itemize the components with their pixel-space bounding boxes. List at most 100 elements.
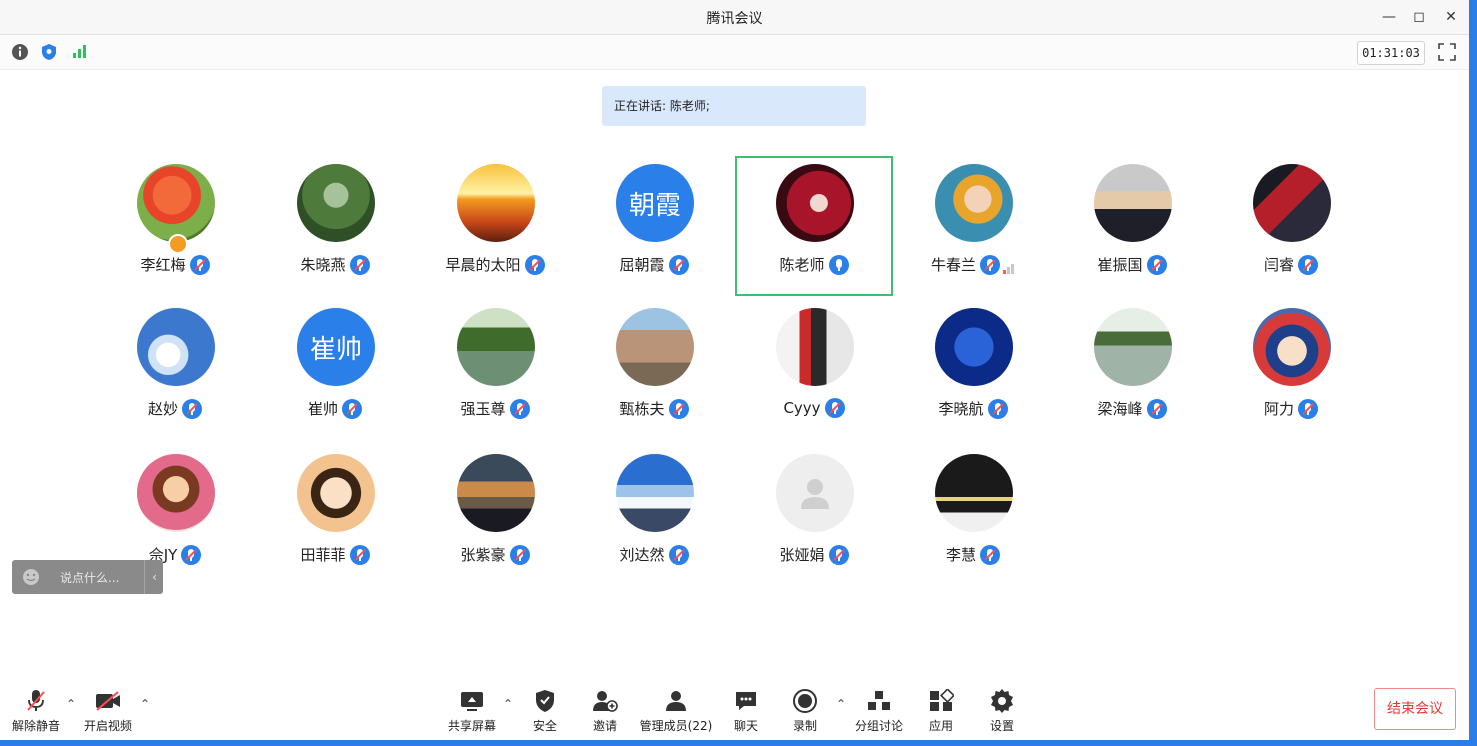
- start-video-button[interactable]: 开启视频: [76, 687, 140, 734]
- signal-icon[interactable]: [69, 42, 89, 62]
- mic-muted-icon: [987, 398, 1008, 419]
- video-options-chevron-icon[interactable]: ⌃: [140, 697, 150, 711]
- participant-tile[interactable]: 刘达然: [575, 446, 733, 586]
- participant-name: 张紫豪: [460, 546, 506, 564]
- participant-tile[interactable]: 梁海峰: [1053, 300, 1211, 440]
- participant-tile[interactable]: 朱晓燕: [256, 156, 414, 296]
- invite-user-icon: [573, 687, 637, 715]
- record-options-chevron-icon[interactable]: ⌃: [836, 697, 846, 711]
- participant-tile[interactable]: 赵妙: [96, 300, 254, 440]
- mic-muted-icon: [980, 544, 1000, 565]
- breakout-label: 分组讨论: [854, 719, 903, 733]
- participant-tile[interactable]: 闫睿: [1212, 156, 1370, 296]
- maximize-icon[interactable]: ◻: [1408, 6, 1430, 28]
- share-screen-button[interactable]: 共享屏幕: [440, 687, 504, 734]
- avatar: 朝霞: [616, 164, 694, 242]
- participant-name: 阿力: [1263, 400, 1294, 418]
- participant-name: 李慧: [945, 546, 976, 564]
- mic-muted-icon: [1146, 398, 1167, 419]
- participant-tile[interactable]: 田菲菲: [256, 446, 414, 586]
- end-meeting-button[interactable]: 结束会议: [1374, 688, 1456, 730]
- participant-tile[interactable]: 张娅娟: [735, 446, 893, 586]
- mic-muted-icon: [182, 398, 202, 419]
- security-button[interactable]: 安全: [513, 687, 577, 734]
- close-icon[interactable]: ✕: [1440, 6, 1462, 28]
- apps-button[interactable]: 应用: [909, 687, 973, 734]
- participant-tile[interactable]: 崔振国: [1053, 156, 1211, 296]
- mic-muted-icon: [668, 398, 689, 419]
- avatar: [457, 308, 535, 386]
- participant-tile[interactable]: 李晓航: [894, 300, 1052, 440]
- apps-grid-icon: [909, 687, 973, 715]
- security-label: 安全: [532, 719, 557, 733]
- chat-label: 聊天: [733, 719, 758, 733]
- bottom-edge: [0, 740, 1469, 746]
- chat-input[interactable]: 说点什么... ‹: [12, 560, 163, 594]
- participant-label: 赵妙: [96, 398, 254, 419]
- participant-tile[interactable]: 阿力: [1212, 300, 1370, 440]
- record-button[interactable]: 录制: [773, 687, 837, 734]
- participant-name: 赵妙: [147, 400, 178, 418]
- meeting-timer: 01:31:03: [1357, 41, 1425, 65]
- mic-muted-icon: [980, 254, 1000, 275]
- audio-options-chevron-icon[interactable]: ⌃: [66, 697, 76, 711]
- manage-members-button[interactable]: 管理成员(22): [637, 687, 715, 734]
- participant-name: 甄栋夫: [619, 400, 665, 418]
- gear-icon: [970, 687, 1034, 715]
- breakout-rooms-button[interactable]: 分组讨论: [847, 687, 911, 734]
- settings-button[interactable]: 设置: [970, 687, 1034, 734]
- participant-name: 陈老师: [779, 256, 825, 274]
- apps-label: 应用: [928, 719, 953, 733]
- participant-label: 梁海峰: [1053, 398, 1211, 419]
- participant-tile[interactable]: 张紫豪: [416, 446, 574, 586]
- minimize-icon[interactable]: —: [1378, 6, 1400, 28]
- participant-name: 屈朝霞: [619, 256, 665, 274]
- participant-label: 早晨的太阳: [416, 254, 574, 275]
- mic-muted-icon: [668, 254, 689, 275]
- unmute-button[interactable]: 解除静音: [4, 687, 68, 734]
- mic-muted-icon: [181, 544, 202, 565]
- fullscreen-icon[interactable]: [1438, 43, 1456, 61]
- participant-tile[interactable]: 李慧: [894, 446, 1052, 586]
- participant-tile[interactable]: 强玉尊: [416, 300, 574, 440]
- avatar: [776, 164, 854, 242]
- window-edge: [1469, 0, 1477, 746]
- participant-name: 田菲菲: [300, 546, 346, 564]
- participant-tile[interactable]: 崔帅 崔帅: [256, 300, 414, 440]
- title-bar: 腾讯会议 — ◻ ✕: [0, 0, 1469, 35]
- mic-muted-icon: [1298, 254, 1318, 275]
- participant-tile[interactable]: 甄栋夫: [575, 300, 733, 440]
- mic-muted-icon: [189, 254, 210, 275]
- participant-tile[interactable]: 早晨的太阳: [416, 156, 574, 296]
- settings-label: 设置: [989, 719, 1014, 733]
- participant-label: 阿力: [1212, 398, 1370, 419]
- participant-tile[interactable]: 陈老师: [735, 156, 893, 296]
- mic-muted-icon: [828, 544, 849, 565]
- unmute-label: 解除静音: [11, 719, 60, 733]
- participant-label: 牛春兰: [894, 254, 1052, 275]
- avatar: [1094, 308, 1172, 386]
- participant-tile[interactable]: 李红梅: [96, 156, 254, 296]
- avatar: [616, 454, 694, 532]
- collapse-chevron-icon[interactable]: ‹: [144, 560, 164, 594]
- info-icon[interactable]: [10, 42, 30, 62]
- participant-label: 李晓航: [894, 398, 1052, 419]
- emoji-icon[interactable]: [22, 568, 40, 589]
- participant-label: 李红梅: [96, 254, 254, 275]
- participant-tile[interactable]: 牛春兰: [894, 156, 1052, 296]
- participant-tile[interactable]: 朝霞 屈朝霞: [575, 156, 733, 296]
- start-video-label: 开启视频: [83, 719, 132, 733]
- participant-label: 田菲菲: [256, 544, 414, 565]
- participant-name: 刘达然: [619, 546, 665, 564]
- participant-name: 牛春兰: [930, 256, 976, 274]
- chat-bubble-icon: [714, 687, 778, 715]
- participant-tile[interactable]: Cyyy: [735, 300, 893, 440]
- invite-button[interactable]: 邀请: [573, 687, 637, 734]
- participant-label: 张娅娟: [735, 544, 893, 565]
- shield-icon[interactable]: [39, 42, 59, 62]
- manage-members-label: 管理成员(22): [639, 719, 713, 733]
- breakout-icon: [847, 687, 911, 715]
- participant-name: Cyyy: [783, 399, 821, 417]
- chat-button[interactable]: 聊天: [714, 687, 778, 734]
- share-options-chevron-icon[interactable]: ⌃: [503, 697, 513, 711]
